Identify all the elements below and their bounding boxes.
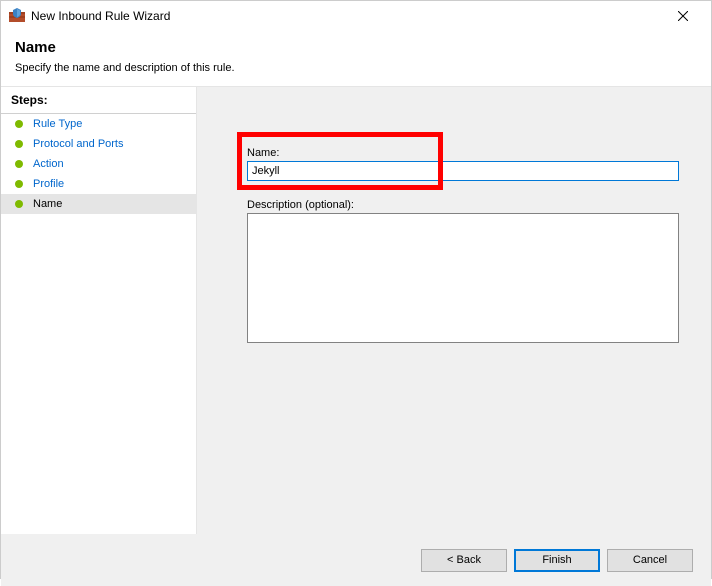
step-label: Name <box>33 198 62 210</box>
step-label: Protocol and Ports <box>33 138 124 150</box>
close-icon <box>678 11 688 21</box>
description-textarea[interactable] <box>247 213 679 343</box>
step-label: Rule Type <box>33 118 82 130</box>
step-protocol-ports[interactable]: Protocol and Ports <box>1 134 196 154</box>
content: Steps: Rule Type Protocol and Ports Acti… <box>1 86 711 534</box>
step-bullet-icon <box>15 120 23 128</box>
footer: < Back Finish Cancel <box>1 534 711 586</box>
step-action[interactable]: Action <box>1 154 196 174</box>
titlebar: New Inbound Rule Wizard <box>1 1 711 31</box>
window-title: New Inbound Rule Wizard <box>31 9 170 23</box>
firewall-icon <box>9 8 25 24</box>
back-button[interactable]: < Back <box>421 549 507 572</box>
step-rule-type[interactable]: Rule Type <box>1 114 196 134</box>
finish-button[interactable]: Finish <box>514 549 600 572</box>
steps-header: Steps: <box>1 87 196 114</box>
page-title: Name <box>15 39 697 56</box>
description-label: Description (optional): <box>247 199 681 211</box>
step-bullet-icon <box>15 200 23 208</box>
name-input[interactable] <box>247 161 679 181</box>
step-bullet-icon <box>15 180 23 188</box>
close-button[interactable] <box>663 2 703 30</box>
step-bullet-icon <box>15 160 23 168</box>
step-profile[interactable]: Profile <box>1 174 196 194</box>
sidebar: Steps: Rule Type Protocol and Ports Acti… <box>1 87 197 534</box>
step-label: Action <box>33 158 64 170</box>
cancel-button[interactable]: Cancel <box>607 549 693 572</box>
step-label: Profile <box>33 178 64 190</box>
main-panel: Name: Description (optional): <box>197 87 711 534</box>
header: Name Specify the name and description of… <box>1 31 711 86</box>
step-name[interactable]: Name <box>1 194 196 214</box>
step-bullet-icon <box>15 140 23 148</box>
name-label: Name: <box>247 147 681 159</box>
page-subtitle: Specify the name and description of this… <box>15 62 697 74</box>
